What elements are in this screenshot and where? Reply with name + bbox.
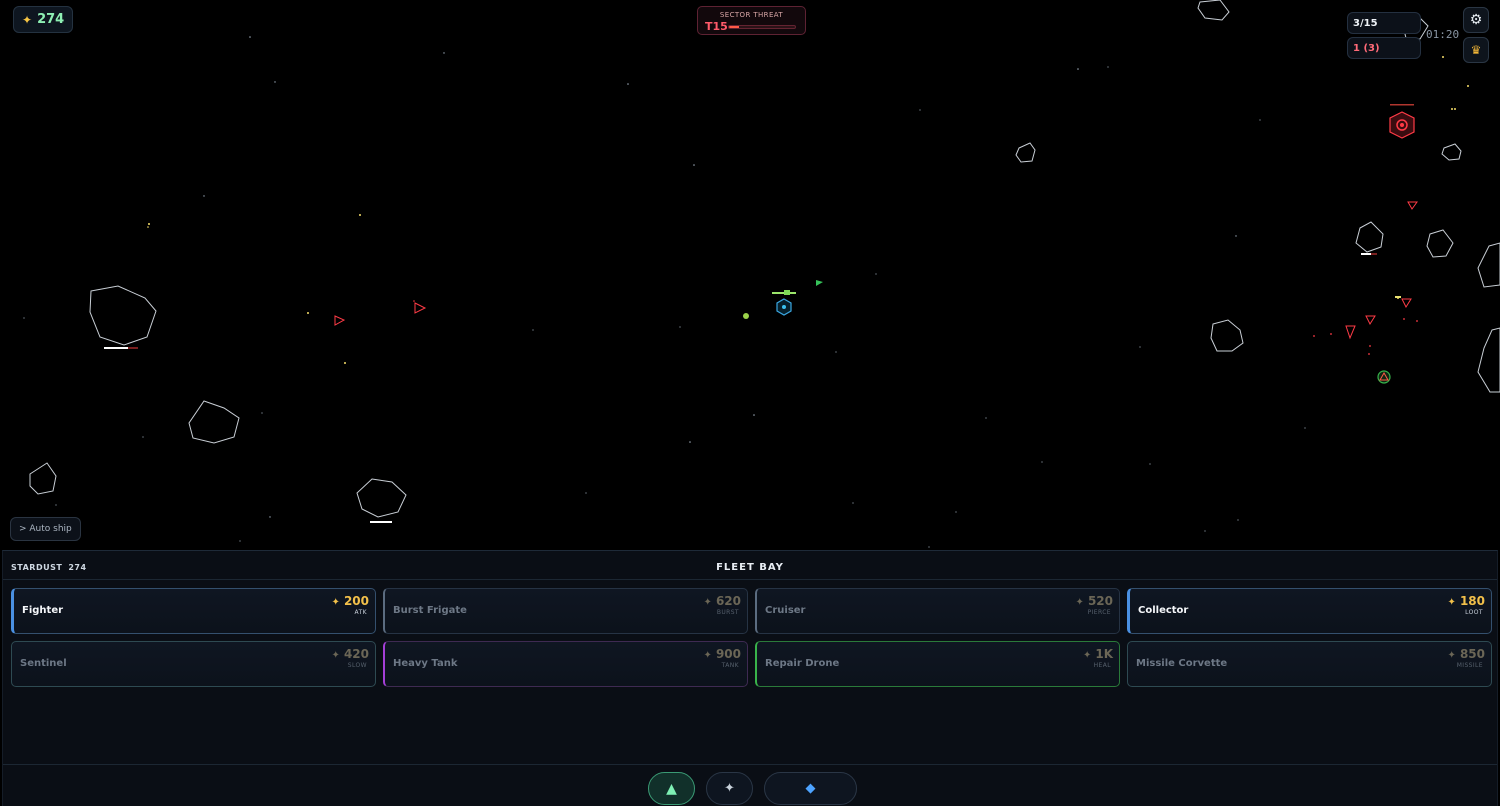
game-screen: ✦ 274 SECTOR THREAT T15 3/15 1 (3) 01:20… [0, 0, 1500, 806]
fleet-bay-panel: STARDUST 274 FLEET BAY Fighter ✦ 200 ATK B… [2, 550, 1498, 806]
tab-crystals[interactable]: ◆ [764, 772, 857, 805]
ship-cost: ✦ 1K [1082, 647, 1113, 661]
ship-role: BURST [716, 609, 739, 616]
gear-icon: ⚙ [1469, 12, 1483, 28]
ship-name: Fighter [22, 605, 64, 616]
auto-ship-toggle[interactable]: > Auto ship [10, 517, 81, 541]
ship-name: Sentinel [20, 658, 67, 669]
starfield [23, 36, 1306, 548]
stardust-counter: ✦ 274 [13, 6, 74, 33]
tab-ships[interactable]: ▲ [648, 772, 695, 805]
game-timer: 01:20 [1426, 28, 1460, 41]
ship-role: MISSILE [1456, 662, 1483, 669]
ship-cost: ✦ 620 [703, 594, 741, 608]
ship-card-missile-corvette[interactable]: Missile Corvette ✦ 850 MISSILE [1127, 641, 1492, 687]
ship-name: Heavy Tank [393, 658, 458, 669]
ship-cost: ✦ 520 [1075, 594, 1113, 608]
asteroids [29, 0, 1500, 518]
tab-upgrades[interactable]: ✦ [706, 772, 753, 805]
ship-cost: ✦ 200 [331, 594, 369, 608]
crown-icon: ♛ [1470, 43, 1482, 57]
ship-name: Cruiser [765, 605, 806, 616]
stardust-icon: ✦ [331, 650, 340, 661]
stardust-icon: ✦ [1447, 650, 1456, 661]
threat-tier: T15 [705, 20, 728, 33]
ship-role: SLOW [347, 662, 367, 669]
triangle-icon: ▲ [666, 780, 677, 797]
ship-card-cruiser[interactable]: Cruiser ✦ 520 PIERCE [755, 588, 1120, 634]
ship-name: Repair Drone [765, 658, 840, 669]
enemy-base [1389, 104, 1415, 139]
ship-role: HEAL [1093, 662, 1111, 669]
fleet-bay-title: FLEET BAY [716, 562, 784, 573]
player-fleet [743, 280, 1401, 384]
ship-name: Collector [1138, 605, 1189, 616]
stardust-icon: ✦ [1075, 597, 1084, 608]
stardust-icon: ✦ [1082, 650, 1092, 661]
space-field[interactable]: ✦ 274 SECTOR THREAT T15 3/15 1 (3) 01:20… [0, 0, 1500, 550]
ship-cost: ✦ 900 [703, 647, 741, 661]
ship-cost: ✦ 180 [1447, 594, 1485, 608]
ship-card-fighter[interactable]: Fighter ✦ 200 ATK [11, 588, 376, 634]
sector-threat-panel: SECTOR THREAT T15 [697, 6, 806, 35]
leaderboard-button[interactable]: ♛ [1463, 37, 1489, 63]
fleet-bay-header: STARDUST 274 FLEET BAY [3, 551, 1497, 580]
ship-role: ATK [354, 609, 367, 616]
stardust-icon: ✦ [331, 597, 340, 608]
ship-card-heavy-tank[interactable]: Heavy Tank ✦ 900 TANK [383, 641, 748, 687]
stardust-icon: ✦ [1447, 597, 1456, 608]
diamond-icon: ◆ [805, 781, 816, 796]
stardust-icon: ✦ [703, 597, 712, 608]
ship-role: TANK [721, 662, 739, 669]
lives-counter: 1 (3) [1347, 37, 1421, 59]
ship-card-repair-drone[interactable]: Repair Drone ✦ 1K HEAL [755, 641, 1120, 687]
ship-cost: ✦ 420 [331, 647, 369, 661]
threat-bar [728, 25, 796, 29]
stardust-icon: ✦ [22, 12, 33, 27]
threat-bar-fill [729, 26, 739, 28]
wave-counter: 3/15 [1347, 12, 1421, 34]
sparkle-icon: ✦ [724, 781, 735, 796]
space-canvas [23, 0, 1500, 548]
ship-name: Burst Frigate [393, 605, 467, 616]
enemy-ships [334, 201, 1418, 340]
ship-cost: ✦ 850 [1447, 647, 1485, 661]
ship-name: Missile Corvette [1136, 658, 1228, 669]
stardust-icon: ✦ [703, 650, 712, 661]
settings-button[interactable]: ⚙ [1463, 7, 1489, 33]
ship-card-collector[interactable]: Collector ✦ 180 LOOT [1127, 588, 1492, 634]
ship-card-sentinel[interactable]: Sentinel ✦ 420 SLOW [11, 641, 376, 687]
ship-card-burst-frigate[interactable]: Burst Frigate ✦ 620 BURST [383, 588, 748, 634]
stardust-value: 274 [37, 12, 65, 27]
ship-role: LOOT [1465, 609, 1483, 616]
threat-label: SECTOR THREAT [719, 11, 784, 19]
ship-role: PIERCE [1087, 609, 1111, 616]
